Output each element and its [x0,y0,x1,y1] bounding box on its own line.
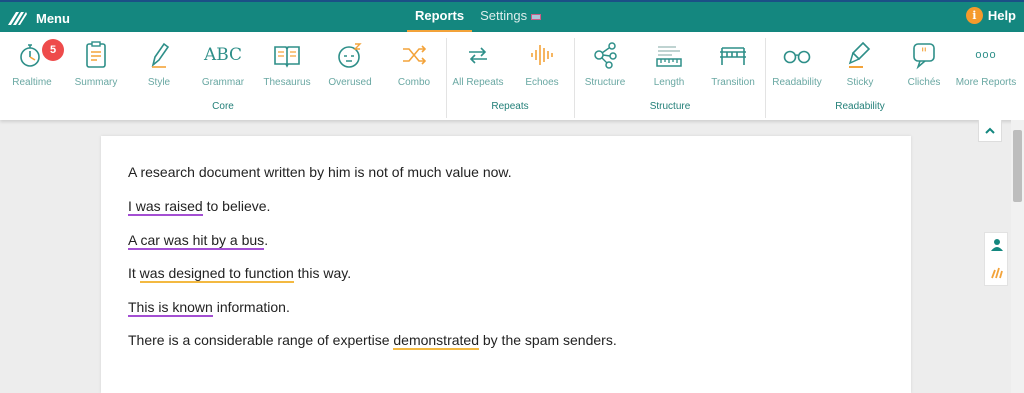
hidden-verb-highlight[interactable]: demonstrated [393,332,479,350]
tool-readability[interactable]: Readability [769,38,825,90]
side-panel-toggle[interactable] [984,232,1008,286]
tab-settings[interactable]: Settings [472,2,549,32]
sentence: This is known information. [128,299,290,317]
tool-sticky[interactable]: Sticky [842,38,878,90]
tool-label: All Repeats [452,77,504,88]
tool-label: Clichés [907,77,941,88]
sentence: A car was hit by a bus. [128,232,269,250]
sentence: There is a considerable range of experti… [128,332,617,350]
scrollbar-thumb[interactable] [1013,130,1022,202]
abc-check-icon: ABC [203,45,243,65]
tool-label: Style [147,77,171,88]
reports-toolbar: Realtime 5 Summary Style ABC Grammar The… [0,32,1024,120]
sentence: I was raised to believe. [128,198,271,216]
quote-bubble-icon: " [913,43,935,70]
tab-reports-label: Reports [415,8,465,23]
realtime-count-badge: 5 [42,39,64,61]
sound-wave-icon [531,45,553,65]
more-dots-icon: ooo [975,49,997,61]
sentence-text: to believe. [202,198,271,214]
uk-flag-icon [531,13,542,20]
tool-label: Sticky [846,77,874,88]
tool-style[interactable]: Style [136,38,182,90]
passive-voice-highlight[interactable]: This is known [128,299,213,317]
tool-label: Readability [772,77,822,88]
collapse-toolbar-button[interactable] [978,120,1002,142]
sentence-text: by the spam senders. [478,332,617,348]
sentence: It was designed to function this way. [128,265,352,283]
tab-reports[interactable]: Reports [407,2,473,32]
top-bar: Menu Reports Settings i Help [0,0,1024,32]
help-label: Help [987,8,1016,23]
vertical-scrollbar[interactable] [1011,120,1024,393]
ruler-icon [656,46,682,67]
book-icon [274,46,300,68]
chevron-up-icon [985,127,995,134]
passive-voice-highlight[interactable]: A car was hit by a bus [128,232,265,250]
menu-button[interactable]: Menu [6,5,70,31]
document-editor[interactable]: A research document written by him is no… [101,136,911,393]
tool-label: Combo [397,77,431,88]
bridge-icon [720,47,746,65]
group-divider [446,38,447,118]
tool-label: Thesaurus [263,77,311,88]
sentence-text: this way. [293,265,352,281]
tool-all-repeats[interactable]: All Repeats [450,38,506,90]
tool-echoes[interactable]: Echoes [520,38,564,90]
passive-voice-highlight[interactable]: I was raised [128,198,203,216]
glasses-icon [783,50,811,64]
tool-transition[interactable]: Transition [708,38,758,90]
repeat-arrows-icon [469,47,487,64]
user-icon[interactable] [990,238,1004,252]
tool-label: Realtime [12,77,52,88]
help-button[interactable]: i Help [965,7,1016,24]
group-label-repeats: Repeats [491,101,529,112]
tool-label: Echoes [525,77,559,88]
group-label-structure: Structure [649,101,691,112]
tab-settings-label: Settings [480,8,528,23]
tool-summary[interactable]: Summary [68,38,124,90]
tool-label: Structure [584,77,626,88]
tool-thesaurus[interactable]: Thesaurus [260,38,314,90]
tool-more-reports[interactable]: ooo More Reports [954,38,1018,90]
tool-label: More Reports [955,77,1017,88]
tool-structure[interactable]: Structure [582,38,628,90]
pen-icon [151,42,170,68]
sentence-text: There is a considerable range of experti… [128,332,394,348]
tool-grammar[interactable]: ABC Grammar [198,38,248,90]
top-tabs: Reports Settings [407,2,549,32]
tool-label: Length [653,77,685,88]
hidden-verb-highlight[interactable]: was designed to function [139,265,294,283]
group-divider [574,38,575,118]
tool-label: Summary [74,77,118,88]
glue-icon [848,41,871,68]
tool-cliches[interactable]: " Clichés [902,38,946,90]
tool-label: Overused [328,77,372,88]
sentence-text: It [128,265,140,281]
sentence-text: information. [212,299,290,315]
sentence-text: A research document written by him is no… [128,164,512,180]
shuffle-icon [403,45,427,65]
logo-icon [8,12,27,25]
tool-overused[interactable]: Overused [326,38,374,90]
clipboard-icon [86,41,106,68]
tool-label: Transition [711,77,755,88]
group-label-readability: Readability [835,101,885,112]
group-label-core: Core [212,101,234,112]
group-divider [765,38,766,118]
svg-text:": " [921,46,927,62]
tool-label: Grammar [201,77,245,88]
sentence-text: . [264,232,269,248]
tool-length[interactable]: Length [648,38,690,90]
stats-icon[interactable] [990,265,1004,279]
info-icon: i [965,7,983,24]
network-icon [594,42,617,69]
tool-combo[interactable]: Combo [392,38,436,90]
sleepy-face-icon [338,43,362,68]
sentence: A research document written by him is no… [128,164,512,180]
menu-label: Menu [36,10,70,26]
